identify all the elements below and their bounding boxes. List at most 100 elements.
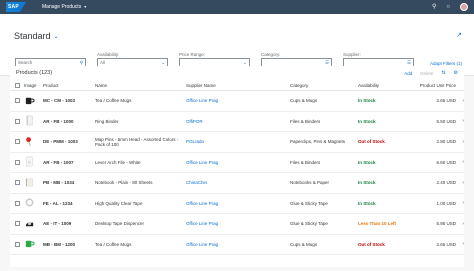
share-icon[interactable]: ↗ [456, 31, 462, 39]
avatar[interactable] [460, 3, 468, 11]
product-image [24, 136, 35, 148]
list-icon[interactable]: ☰ [325, 60, 329, 66]
column-category[interactable]: Category [290, 83, 358, 88]
unit-price: 2.65 USD [436, 241, 456, 247]
product-category: Files & Binders [290, 159, 321, 165]
supplier-link[interactable]: Office Line Prag [186, 98, 290, 103]
table-row[interactable]: MC - CM - 1003 Tea / Coffee Mugs Office Li… [10, 91, 464, 112]
supplier-link[interactable]: Office Line Prag [186, 201, 290, 206]
product-name: Ring Binder [95, 118, 119, 124]
unit-price: 2.80 USD [436, 139, 456, 145]
product-name: Tea / Coffee Mugs [95, 98, 132, 104]
supplier-link[interactable]: OffiPOR [186, 119, 290, 124]
list-icon[interactable]: ☰ [407, 60, 411, 66]
column-product[interactable]: Product [43, 83, 95, 88]
product-category: Files & Binders [290, 118, 321, 124]
table-row[interactable]: DE - PMM - 1003 Map Pins - 5mm Head - Ass… [10, 132, 464, 153]
unit-price: 2.65 USD [436, 98, 456, 104]
unit-price: 2.40 USD [436, 180, 456, 186]
supplier-link[interactable]: POLrado [186, 139, 290, 144]
availability-filter: Availability: All ⌄ [97, 52, 168, 67]
column-availability[interactable]: Availability [358, 83, 416, 88]
table-body: MC - CM - 1003 Tea / Coffee Mugs Office Li… [10, 91, 464, 255]
table-row[interactable]: PB - MB - 1034 Notebook - Plain - 80 Shee… [10, 173, 464, 194]
sap-logo[interactable]: SAP [6, 2, 26, 12]
table-row[interactable]: FE - AL - 1234 High Quality Clear Tape Off… [10, 194, 464, 214]
chevron-down-icon[interactable]: ⌄ [243, 60, 247, 66]
add-button[interactable]: Add [404, 71, 412, 76]
row-checkbox[interactable] [15, 159, 20, 165]
table-row[interactable]: AE - IT - 1009 Desktop Tape Dispencer Offi… [10, 214, 464, 235]
app-title[interactable]: Manage Products ▾ [42, 4, 86, 10]
sort-icon[interactable]: ⇅ [441, 70, 445, 76]
row-checkbox[interactable] [15, 180, 20, 186]
product-image [24, 197, 35, 209]
product-category: Glue & Sticky Tape [290, 221, 328, 227]
product-name: Map Pins - 5mm Head - Assorted Colors - … [95, 136, 179, 147]
row-checkbox[interactable] [15, 200, 20, 206]
products-table: Products (123) Add Delete ⇅ ⚙ Image Prod… [10, 66, 464, 267]
availability-status: In Stock [358, 200, 376, 206]
product-category: Notebooks & Paper [290, 180, 330, 186]
row-checkbox[interactable] [15, 118, 20, 124]
unit-price: 1.00 USD [436, 200, 456, 206]
column-price[interactable]: Product Unit Price [416, 83, 456, 88]
chevron-down-icon[interactable]: ⌄ [161, 60, 165, 66]
availability-status: In Stock [358, 118, 376, 124]
supplier-link[interactable]: ChinaChin [186, 180, 290, 185]
product-image [24, 95, 35, 107]
delete-button[interactable]: Delete [420, 71, 433, 76]
table-header: Image Product Name Supplier Name Categor… [10, 80, 464, 91]
product-name: Notebook - Plain - 80 Sheets [95, 180, 153, 186]
row-checkbox[interactable] [15, 139, 20, 145]
unit-price: 6.60 USD [436, 159, 456, 165]
search-icon[interactable]: ⚲ [80, 60, 83, 66]
supplier-link[interactable]: Office Line Prag [186, 221, 290, 226]
chevron-right-icon[interactable]: › [456, 200, 464, 206]
variant-selector[interactable]: Standard ⌄ [14, 31, 59, 41]
product-id: AR - FB - 1007 [43, 159, 74, 165]
product-id: FE - AL - 1234 [43, 200, 73, 206]
row-checkbox[interactable] [15, 241, 20, 247]
product-image [24, 218, 35, 230]
table-toolbar: Products (123) Add Delete ⇅ ⚙ [10, 66, 464, 80]
select-all-checkbox[interactable] [15, 82, 20, 88]
price-range-filter: Price Range: ⌄ [179, 52, 250, 67]
column-name[interactable]: Name [95, 83, 186, 88]
column-image[interactable]: Image [24, 83, 43, 88]
chevron-right-icon[interactable]: › [456, 241, 464, 247]
product-image [24, 115, 35, 127]
chevron-right-icon[interactable]: › [456, 98, 464, 104]
bell-icon[interactable]: ○ [446, 0, 450, 14]
column-supplier[interactable]: Supplier Name [186, 83, 290, 88]
settings-icon[interactable]: ⚙ [454, 70, 458, 76]
chevron-right-icon[interactable]: › [456, 180, 464, 186]
product-name: Tea / Coffee Mugs [95, 241, 132, 247]
product-name: Lever Arch File - White [95, 159, 141, 165]
search-filter: Search ⚲ [15, 52, 86, 67]
table-row[interactable]: AR - FB - 1000 Ring Binder OffiPOR Files & … [10, 112, 464, 132]
chevron-right-icon[interactable]: › [456, 221, 464, 227]
product-category: Paperclips, Pins & Magnets [290, 139, 346, 145]
row-checkbox[interactable] [15, 221, 20, 227]
chevron-right-icon[interactable]: › [456, 118, 464, 124]
chevron-right-icon[interactable]: › [456, 159, 464, 165]
product-id: AE - IT - 1009 [43, 221, 72, 227]
product-image [24, 156, 35, 168]
availability-status: Less Than 10 Left [358, 221, 397, 227]
product-id: DE - PMM - 1003 [43, 139, 78, 145]
product-id: MB - BM - 1200 [43, 241, 76, 247]
supplier-filter: Supplier: ☰ [343, 52, 414, 67]
supplier-link[interactable]: Office Line Prag [186, 242, 290, 247]
product-category: Cups & Mugs [290, 241, 318, 247]
table-row[interactable]: MB - BM - 1200 Tea / Coffee Mugs Office Li… [10, 235, 464, 255]
search-icon[interactable]: ⚲ [432, 0, 436, 14]
chevron-right-icon[interactable]: › [456, 139, 464, 145]
row-checkbox[interactable] [15, 98, 20, 104]
availability-status: In Stock [358, 98, 376, 104]
product-id: AR - FB - 1000 [43, 118, 74, 124]
table-row[interactable]: AR - FB - 1007 Lever Arch File - White Off… [10, 153, 464, 173]
unit-price: 5.50 USD [436, 118, 456, 124]
chevron-down-icon: ▾ [84, 4, 87, 9]
supplier-link[interactable]: Office Line Prag [186, 160, 290, 165]
